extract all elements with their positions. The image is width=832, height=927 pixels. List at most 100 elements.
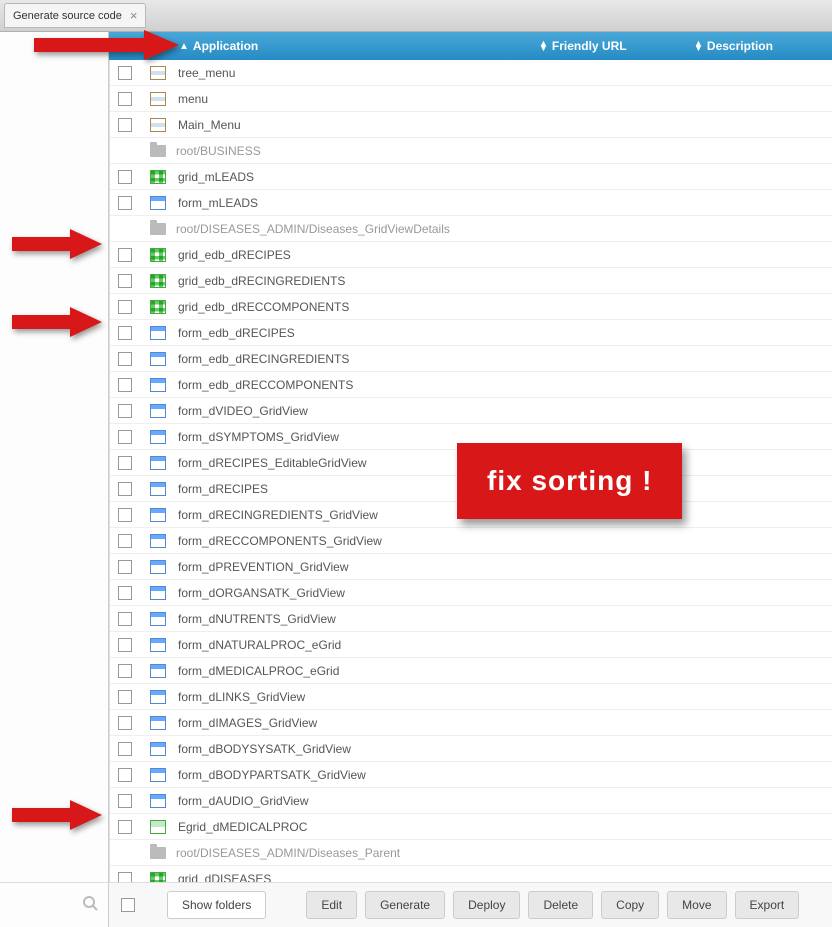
table-row[interactable]: form_dPREVENTION_GridView xyxy=(110,554,832,580)
row-label: form_edb_dRECIPES xyxy=(178,326,295,340)
table-row[interactable]: form_dORGANSATK_GridView xyxy=(110,580,832,606)
row-checkbox[interactable] xyxy=(118,378,132,392)
table-row[interactable]: grid_edb_dRECIPES xyxy=(110,242,832,268)
row-label: form_dRECINGREDIENTS_GridView xyxy=(178,508,378,522)
row-label: form_edb_dRECCOMPONENTS xyxy=(178,378,353,392)
table-row[interactable]: form_edb_dRECCOMPONENTS xyxy=(110,372,832,398)
table-row[interactable]: form_dNATURALPROC_eGrid xyxy=(110,632,832,658)
row-checkbox[interactable] xyxy=(118,612,132,626)
row-checkbox[interactable] xyxy=(118,638,132,652)
row-checkbox[interactable] xyxy=(118,716,132,730)
form-icon xyxy=(150,716,166,730)
grid-icon xyxy=(150,872,166,883)
table-row[interactable]: form_dMEDICALPROC_eGrid xyxy=(110,658,832,684)
row-checkbox[interactable] xyxy=(118,326,132,340)
row-checkbox[interactable] xyxy=(118,456,132,470)
table-row[interactable]: menu xyxy=(110,86,832,112)
row-checkbox[interactable] xyxy=(118,248,132,262)
generate-button[interactable]: Generate xyxy=(365,891,445,919)
table-row[interactable]: tree_menu xyxy=(110,60,832,86)
table-row[interactable]: grid_edb_dRECINGREDIENTS xyxy=(110,268,832,294)
table-row[interactable]: form_dBODYSYSATK_GridView xyxy=(110,736,832,762)
table-row[interactable]: Egrid_dMEDICALPROC xyxy=(110,814,832,840)
show-folders-button[interactable]: Show folders xyxy=(167,891,266,919)
grid-icon xyxy=(150,300,166,314)
row-checkbox[interactable] xyxy=(118,534,132,548)
table-row[interactable]: form_dVIDEO_GridView xyxy=(110,398,832,424)
sort-icon: ▲▼ xyxy=(539,41,548,51)
table-row[interactable]: form_mLEADS xyxy=(110,190,832,216)
move-button[interactable]: Move xyxy=(667,891,726,919)
row-checkbox[interactable] xyxy=(118,508,132,522)
row-checkbox[interactable] xyxy=(118,300,132,314)
row-checkbox[interactable] xyxy=(118,66,132,80)
row-checkbox[interactable] xyxy=(118,170,132,184)
row-label: Egrid_dMEDICALPROC xyxy=(178,820,307,834)
row-label: Main_Menu xyxy=(178,118,241,132)
header-application[interactable]: ▲ Application xyxy=(179,39,539,53)
edit-button[interactable]: Edit xyxy=(306,891,357,919)
row-label: tree_menu xyxy=(178,66,235,80)
row-checkbox[interactable] xyxy=(118,482,132,496)
row-label: form_dRECIPES xyxy=(178,482,268,496)
table-row[interactable]: grid_dDISEASES xyxy=(110,866,832,882)
row-checkbox[interactable] xyxy=(118,352,132,366)
table-row[interactable]: Main_Menu xyxy=(110,112,832,138)
folder-row[interactable]: root/DISEASES_ADMIN/Diseases_Parent xyxy=(110,840,832,866)
copy-button[interactable]: Copy xyxy=(601,891,659,919)
row-checkbox[interactable] xyxy=(118,690,132,704)
search-icon[interactable] xyxy=(82,895,98,916)
row-label: form_dLINKS_GridView xyxy=(178,690,305,704)
header-friendly-url[interactable]: ▲▼ Friendly URL xyxy=(539,39,694,53)
row-checkbox[interactable] xyxy=(118,92,132,106)
row-label: root/DISEASES_ADMIN/Diseases_Parent xyxy=(176,846,400,860)
form-icon xyxy=(150,456,166,470)
table-row[interactable]: form_dLINKS_GridView xyxy=(110,684,832,710)
table-row[interactable]: form_dNUTRENTS_GridView xyxy=(110,606,832,632)
table-row[interactable]: form_dIMAGES_GridView xyxy=(110,710,832,736)
grid-icon xyxy=(150,248,166,262)
row-checkbox[interactable] xyxy=(118,404,132,418)
form-icon xyxy=(150,482,166,496)
export-button[interactable]: Export xyxy=(735,891,800,919)
row-checkbox[interactable] xyxy=(118,196,132,210)
folder-row[interactable]: root/BUSINESS xyxy=(110,138,832,164)
row-label: form_dRECCOMPONENTS_GridView xyxy=(178,534,382,548)
header-description[interactable]: ▲▼ Description xyxy=(694,39,832,53)
row-checkbox[interactable] xyxy=(118,430,132,444)
close-icon[interactable]: × xyxy=(130,8,138,23)
table-row[interactable]: grid_edb_dRECCOMPONENTS xyxy=(110,294,832,320)
tab-generate-source[interactable]: Generate source code × xyxy=(4,3,146,28)
row-checkbox[interactable] xyxy=(118,742,132,756)
row-checkbox[interactable] xyxy=(118,274,132,288)
delete-button[interactable]: Delete xyxy=(528,891,593,919)
annotation-arrow xyxy=(12,307,102,340)
row-checkbox[interactable] xyxy=(118,768,132,782)
table-row[interactable]: form_edb_dRECIPES xyxy=(110,320,832,346)
deploy-button[interactable]: Deploy xyxy=(453,891,520,919)
row-checkbox[interactable] xyxy=(118,872,132,883)
menu-icon xyxy=(150,66,166,80)
row-checkbox[interactable] xyxy=(118,820,132,834)
sort-asc-icon: ▲ xyxy=(179,41,189,52)
form-icon xyxy=(150,430,166,444)
row-checkbox[interactable] xyxy=(118,586,132,600)
table-row[interactable]: grid_mLEADS xyxy=(110,164,832,190)
folder-row[interactable]: root/DISEASES_ADMIN/Diseases_GridViewDet… xyxy=(110,216,832,242)
select-all-checkbox[interactable] xyxy=(121,898,135,912)
row-checkbox[interactable] xyxy=(118,118,132,132)
table-row[interactable]: form_dRECCOMPONENTS_GridView xyxy=(110,528,832,554)
grid-icon xyxy=(150,274,166,288)
tab-label: Generate source code xyxy=(13,10,122,22)
form-icon xyxy=(150,404,166,418)
table-row[interactable]: form_edb_dRECINGREDIENTS xyxy=(110,346,832,372)
row-checkbox[interactable] xyxy=(118,664,132,678)
editable-grid-icon xyxy=(150,820,166,834)
row-label: grid_dDISEASES xyxy=(178,872,271,883)
table-row[interactable]: form_dBODYPARTSATK_GridView xyxy=(110,762,832,788)
row-label: form_dIMAGES_GridView xyxy=(178,716,317,730)
table-row[interactable]: form_dAUDIO_GridView xyxy=(110,788,832,814)
form-icon xyxy=(150,352,166,366)
row-checkbox[interactable] xyxy=(118,794,132,808)
row-checkbox[interactable] xyxy=(118,560,132,574)
